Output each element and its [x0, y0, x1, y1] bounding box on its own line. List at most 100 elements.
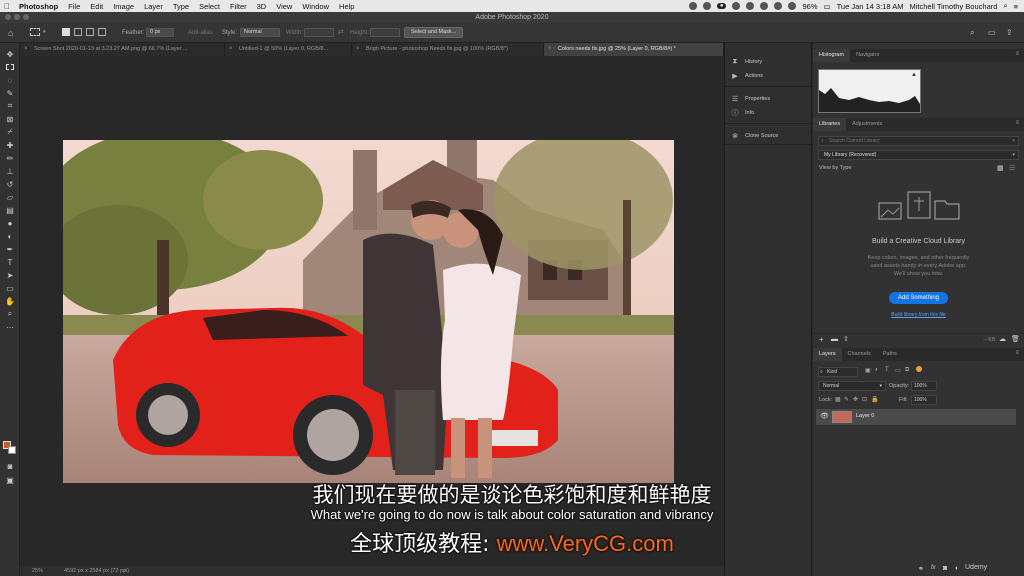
- apple-icon[interactable]: : [0, 2, 14, 11]
- tab-histogram[interactable]: Histogram: [813, 49, 851, 62]
- bluetooth-icon[interactable]: [774, 2, 783, 10]
- rectangular-marquee-icon[interactable]: [4, 62, 16, 72]
- upload-icon[interactable]: ⇧: [843, 335, 849, 343]
- clock[interactable]: Tue Jan 14 3:18 AM: [837, 2, 904, 11]
- clone-stamp-icon[interactable]: ⊥: [4, 166, 16, 176]
- build-library-link[interactable]: Build library from this file: [813, 312, 1024, 318]
- close-icon[interactable]: ×: [24, 43, 28, 56]
- tab-untitled[interactable]: × Untitled-1 @ 50% (Layer 0, RGB/8...: [225, 43, 352, 56]
- notification-icon[interactable]: ≡: [1014, 2, 1018, 11]
- blur-icon[interactable]: ●: [4, 218, 16, 228]
- healing-brush-icon[interactable]: ✚: [4, 140, 16, 150]
- quick-mask-icon[interactable]: ◙: [4, 461, 16, 471]
- spotlight-icon[interactable]: ⌕: [1003, 1, 1007, 11]
- folder-icon[interactable]: ▬: [831, 336, 838, 343]
- close-icon[interactable]: ×: [548, 43, 552, 56]
- properties-panel-button[interactable]: ☰ Properties: [731, 93, 770, 105]
- battery-percent[interactable]: 96%: [802, 2, 817, 11]
- clone-source-panel-button[interactable]: ⊗ Clone Source: [731, 130, 778, 142]
- add-selection-icon[interactable]: [74, 28, 82, 36]
- menu-edit[interactable]: Edit: [85, 2, 108, 11]
- volume-icon[interactable]: [788, 2, 797, 10]
- swap-icon[interactable]: ⇄: [338, 28, 344, 36]
- menu-type[interactable]: Type: [168, 2, 194, 11]
- eye-icon[interactable]: 👁: [820, 412, 829, 420]
- library-search-input[interactable]: ⌕ Search Current Library ▾: [818, 136, 1019, 146]
- close-icon[interactable]: ×: [356, 43, 360, 56]
- wifi-icon[interactable]: [746, 2, 755, 10]
- opacity-input[interactable]: 100%: [911, 381, 937, 391]
- quick-select-icon[interactable]: ✎: [4, 88, 16, 98]
- lock-artboard-icon[interactable]: ⊡: [862, 396, 867, 403]
- lasso-icon[interactable]: ◌: [4, 75, 16, 85]
- brush-icon[interactable]: ✏: [4, 153, 16, 163]
- workspace-icon[interactable]: ▭: [988, 28, 996, 37]
- menu-filter[interactable]: Filter: [225, 2, 252, 11]
- panel-menu-icon[interactable]: ≡: [1015, 51, 1019, 57]
- new-selection-icon[interactable]: [62, 28, 70, 36]
- lock-position-icon[interactable]: ✥: [853, 396, 858, 403]
- cc-icon[interactable]: [688, 2, 697, 10]
- tab-colors-needs-fix[interactable]: × Colors needs fix.jpg @ 25% (Layer 0, RG…: [544, 43, 724, 56]
- menu-window[interactable]: Window: [297, 2, 334, 11]
- lock-pixels-icon[interactable]: ✎: [844, 396, 849, 403]
- tab-brigh-picture[interactable]: × Brigh Picture - photoshop Needs fix.jpg…: [352, 43, 544, 56]
- tab-adjustments[interactable]: Adjustments: [846, 118, 888, 131]
- search-icon[interactable]: [732, 2, 741, 10]
- menu-view[interactable]: View: [271, 2, 297, 11]
- app-menu[interactable]: Photoshop: [14, 2, 63, 11]
- intersect-selection-icon[interactable]: [98, 28, 106, 36]
- more-tools-icon[interactable]: ⋯: [4, 322, 16, 332]
- menu-3d[interactable]: 3D: [252, 2, 272, 11]
- tab-libraries[interactable]: Libraries: [813, 118, 847, 131]
- filter-shape-icon[interactable]: ▭: [895, 367, 901, 374]
- fill-input[interactable]: 100%: [911, 395, 937, 405]
- filter-pixel-icon[interactable]: ▣: [865, 367, 871, 374]
- link-icon[interactable]: ⚭: [918, 565, 924, 573]
- blend-mode-select[interactable]: Normal ▾: [818, 381, 886, 391]
- chevron-down-icon[interactable]: ▾: [43, 29, 46, 35]
- trash-icon[interactable]: 🗑: [1011, 335, 1020, 343]
- zoom-icon[interactable]: ⌕: [4, 309, 16, 319]
- lock-all-icon[interactable]: 🔒: [871, 396, 878, 403]
- filter-adjustment-icon[interactable]: ◐: [875, 367, 879, 373]
- subtract-selection-icon[interactable]: [86, 28, 94, 36]
- share-icon[interactable]: ⇪: [1006, 28, 1013, 37]
- tab-paths[interactable]: Paths: [877, 348, 903, 361]
- home-icon[interactable]: ⌂: [8, 28, 13, 38]
- gradient-icon[interactable]: ▤: [4, 205, 16, 215]
- dropbox-icon[interactable]: [702, 2, 711, 10]
- actions-panel-button[interactable]: ▶ Actions: [731, 70, 763, 82]
- add-icon[interactable]: +: [819, 335, 824, 344]
- mask-icon[interactable]: ◙: [943, 565, 947, 572]
- chevron-right-icon[interactable]: ›: [124, 566, 126, 576]
- hand-icon[interactable]: ✋: [4, 296, 16, 306]
- marquee-preset-icon[interactable]: [30, 28, 40, 36]
- minimize-window-button[interactable]: [14, 14, 20, 20]
- close-window-button[interactable]: [5, 14, 11, 20]
- document-image[interactable]: [63, 140, 674, 483]
- history-panel-button[interactable]: ⧗ History: [731, 56, 763, 68]
- flag-icon[interactable]: ▭: [824, 2, 831, 11]
- zoom-window-button[interactable]: [23, 14, 29, 20]
- library-select[interactable]: My Library (Recovered) ▾: [818, 150, 1019, 160]
- layer-name[interactable]: Layer 0: [856, 413, 874, 419]
- adjustment-layer-icon[interactable]: ◐: [955, 565, 959, 572]
- menu-image[interactable]: Image: [108, 2, 139, 11]
- eyedropper-icon[interactable]: ⌿: [4, 127, 16, 137]
- add-something-button[interactable]: Add Something: [889, 292, 948, 304]
- filter-smart-icon[interactable]: ⧉: [905, 367, 909, 374]
- zoom-level[interactable]: 25%: [32, 566, 43, 576]
- select-and-mask-button[interactable]: Select and Mask...: [404, 27, 464, 38]
- menu-layer[interactable]: Layer: [139, 2, 168, 11]
- style-select[interactable]: Normal: [240, 28, 280, 37]
- list-view-icon[interactable]: ☰: [1009, 164, 1015, 172]
- tab-channels[interactable]: Channels: [842, 348, 877, 361]
- time-machine-icon[interactable]: [760, 2, 769, 10]
- status-badge[interactable]: ●: [716, 3, 727, 9]
- width-input[interactable]: [304, 28, 334, 37]
- fx-icon[interactable]: fx: [931, 565, 936, 571]
- path-selection-icon[interactable]: ➤: [4, 270, 16, 280]
- menu-select[interactable]: Select: [194, 2, 225, 11]
- rectangle-icon[interactable]: ▭: [4, 283, 16, 293]
